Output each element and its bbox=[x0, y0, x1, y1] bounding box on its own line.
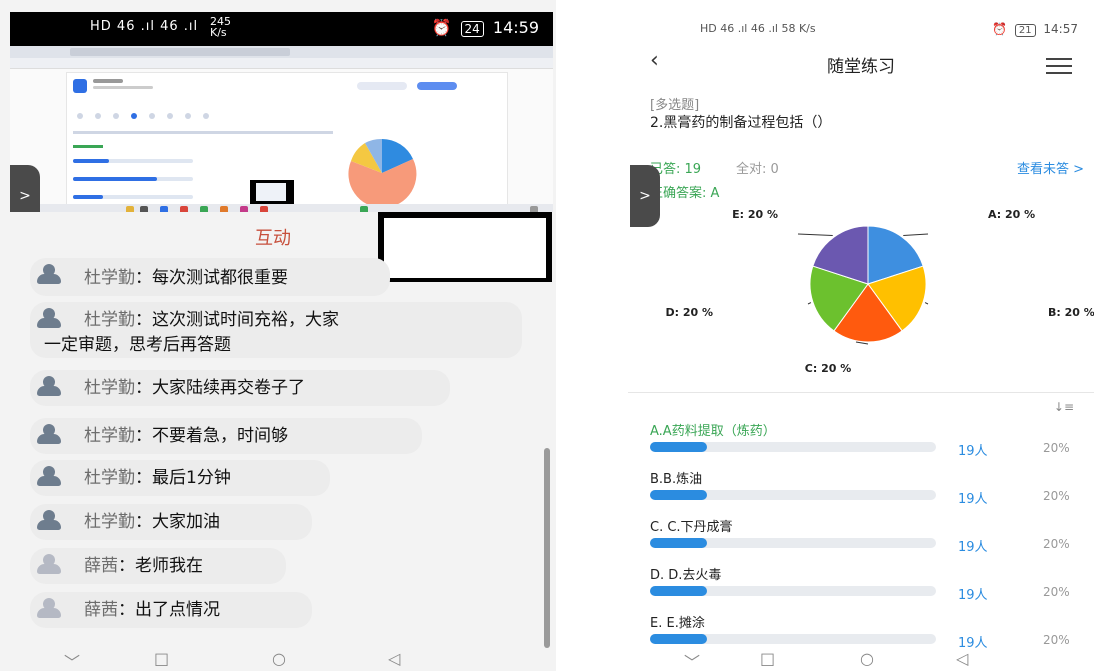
pie-label-e: E: 20 % bbox=[732, 208, 778, 221]
pie-label-d: D: 20 % bbox=[665, 306, 713, 319]
option-progress-bar bbox=[650, 490, 936, 500]
menu-icon[interactable] bbox=[1046, 58, 1072, 79]
nav-triangle-icon[interactable]: ◁ bbox=[956, 649, 968, 668]
video-preview-window[interactable] bbox=[378, 212, 552, 282]
option-progress-fill bbox=[650, 586, 708, 596]
nav-back-icon[interactable]: ﹀ bbox=[684, 649, 700, 671]
divider bbox=[628, 392, 1094, 393]
pie-label-b: B: 20 % bbox=[1048, 306, 1094, 319]
option-count: 19人 bbox=[958, 492, 988, 507]
nav-home-icon[interactable]: □ bbox=[760, 649, 775, 668]
browser-url-bar bbox=[10, 58, 553, 69]
status-bar: HD 46 .ıl 46 .ıl 245 K/s ⏰ 24 14:59 bbox=[10, 12, 553, 46]
nav-recent-icon[interactable]: ○ bbox=[860, 649, 874, 668]
alarm-icon: ⏰ bbox=[431, 18, 452, 37]
all-correct-count: 全对: 0 bbox=[736, 162, 779, 177]
avatar bbox=[36, 554, 62, 574]
android-nav-bar: ﹀ □ ○ ◁ bbox=[628, 649, 1094, 671]
chat-message-continued: 一定审题，思考后再答题 bbox=[44, 335, 231, 355]
pie-label-c: C: 20 % bbox=[805, 362, 851, 375]
option-percent: 20% bbox=[1043, 441, 1070, 455]
option-progress-bar bbox=[650, 586, 936, 596]
avatar bbox=[36, 510, 62, 530]
page-title: 随堂练习 bbox=[827, 57, 895, 77]
option-progress-fill bbox=[650, 442, 708, 452]
option-percent: 20% bbox=[1043, 537, 1070, 551]
android-nav-bar: ﹀ □ ○ ◁ bbox=[0, 649, 556, 671]
avatar bbox=[36, 424, 62, 444]
option-percent: 20% bbox=[1043, 585, 1070, 599]
chat-message: 杜学勤：大家加油 bbox=[84, 512, 220, 532]
signal-indicator: HD 46 .ıl 46 .ıl bbox=[90, 19, 199, 34]
option-label: C. C.下丹成膏 bbox=[650, 520, 733, 535]
chat-message: 杜学勤：每次测试都很重要 bbox=[84, 268, 288, 288]
pie-leader-line bbox=[924, 302, 929, 305]
nav-back-icon[interactable]: ﹀ bbox=[64, 649, 80, 671]
option-count: 19人 bbox=[958, 588, 988, 603]
net-speed: 245 K/s bbox=[210, 15, 231, 39]
avatar bbox=[36, 308, 62, 328]
pie-leader-line bbox=[903, 233, 929, 236]
sort-icon[interactable]: ↓≡ bbox=[1054, 400, 1074, 414]
pie-label-a: A: 20 % bbox=[988, 208, 1035, 221]
nav-home-icon[interactable]: □ bbox=[154, 649, 169, 668]
status-time: 14:59 bbox=[492, 18, 539, 37]
option-percent: 20% bbox=[1043, 633, 1070, 647]
option-count: 19人 bbox=[958, 540, 988, 555]
status-right: ⏰ 24 14:59 bbox=[431, 18, 539, 37]
left-phone-screen: HD 46 .ıl 46 .ıl 245 K/s ⏰ 24 14:59 > 互动… bbox=[0, 0, 556, 671]
option-progress-fill bbox=[650, 538, 708, 548]
option-label: E. E.摊涂 bbox=[650, 616, 705, 631]
option-percent: 20% bbox=[1043, 489, 1070, 503]
chat-message: 杜学勤：最后1分钟 bbox=[84, 468, 231, 488]
chat-message: 杜学勤：大家陆续再交卷子了 bbox=[84, 378, 305, 398]
scrollbar[interactable] bbox=[544, 448, 550, 648]
alarm-icon: ⏰ bbox=[992, 22, 1008, 36]
question-type: [多选题] bbox=[650, 98, 700, 113]
status-time: 14:57 bbox=[1043, 22, 1078, 36]
avatar bbox=[36, 598, 62, 618]
battery-level: 21 bbox=[1014, 24, 1036, 37]
panel-title: 互动 bbox=[255, 228, 291, 249]
status-right: ⏰ 21 14:57 bbox=[992, 22, 1078, 37]
nav-triangle-icon[interactable]: ◁ bbox=[388, 649, 400, 668]
signal-indicator: HD 46 .ıl 46 .ıl 58 K/s bbox=[700, 22, 816, 35]
battery-level: 24 bbox=[460, 21, 484, 37]
preview-pie-chart bbox=[348, 138, 417, 208]
option-progress-fill bbox=[650, 490, 708, 500]
pie-leader-line bbox=[807, 302, 812, 305]
avatar bbox=[36, 376, 62, 396]
avatar bbox=[36, 264, 62, 284]
option-label: A.A药料提取（炼药） bbox=[650, 424, 776, 439]
right-phone-screen: HD 46 .ıl 46 .ıl 58 K/s ⏰ 21 14:57 ‹ 随堂练… bbox=[628, 0, 1094, 671]
browser-tabbar bbox=[10, 46, 553, 58]
view-unanswered-link[interactable]: 查看未答 > bbox=[1017, 158, 1084, 177]
option-count: 19人 bbox=[958, 444, 988, 459]
nav-recent-icon[interactable]: ○ bbox=[272, 649, 286, 668]
chat-message: 薛茜：老师我在 bbox=[84, 556, 203, 576]
option-progress-bar bbox=[650, 538, 936, 548]
option-label: B.B.炼油 bbox=[650, 472, 703, 487]
question-text: 2.黑膏药的制备过程包括（） bbox=[650, 115, 832, 131]
chat-message: 薛茜：出了点情况 bbox=[84, 600, 220, 620]
shared-screen-thumbnail bbox=[250, 180, 294, 204]
option-label: D. D.去火毒 bbox=[650, 568, 722, 583]
status-bar: HD 46 .ıl 46 .ıl 58 K/s ⏰ 21 14:57 bbox=[628, 22, 1094, 44]
option-progress-bar bbox=[650, 442, 936, 452]
option-progress-bar bbox=[650, 634, 936, 644]
chevron-right-icon: > bbox=[19, 188, 31, 204]
app-header: ‹ 随堂练习 bbox=[628, 48, 1094, 84]
chat-message: 杜学勤：不要着急，时间够 bbox=[84, 426, 288, 446]
results-pie-chart: A: 20 % B: 20 % C: 20 % D: 20 % E: 20 % bbox=[665, 208, 1094, 375]
avatar bbox=[36, 466, 62, 486]
option-progress-fill bbox=[650, 634, 708, 644]
pie-leader-line bbox=[797, 233, 833, 236]
